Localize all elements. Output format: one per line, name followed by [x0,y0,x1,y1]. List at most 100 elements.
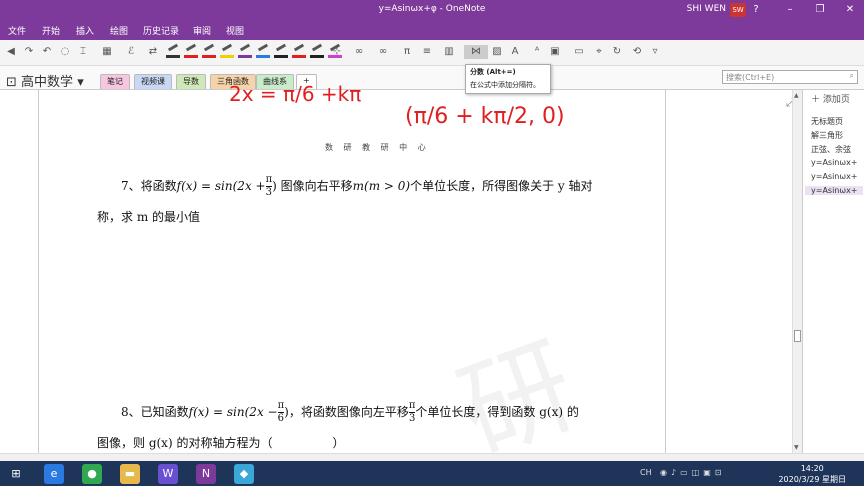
document-sheet: 2x = π/6 +kπ (π/6 + kπ/2, 0) 数 研 教 研 中 心… [38,82,666,478]
page-list-item[interactable]: 解三角形 [811,130,843,141]
user-name[interactable]: SHI WEN [687,4,726,14]
pen-color-swatch [220,55,234,58]
title-bar: y=Asinωx+φ - OneNote SHI WEN SW ? – ❐ ✕ [0,0,864,20]
menu-draw[interactable]: 绘图 [110,24,128,37]
search-icon[interactable]: ⌕ [850,71,854,81]
maximize-button[interactable]: ❐ [810,2,830,18]
matrix-icon[interactable]: ▥ [442,45,456,59]
pen-icon[interactable] [202,43,216,58]
wps-icon[interactable]: W [158,464,178,484]
lasso-icon[interactable]: ◌ [58,45,72,59]
question-7-line-1: 7、将函数f(x) = sin(2x + π 3) 图像向右平移m(m > 0)个单… [121,174,593,199]
ie-icon[interactable]: e [44,464,64,484]
pen-color-swatch [310,55,324,58]
more-icon[interactable]: ▿ [648,45,662,59]
close-button[interactable]: ✕ [840,2,860,18]
search-placeholder: 搜索(Ctrl+E) [726,73,775,82]
minimize-button[interactable]: – [780,2,800,18]
add-space-icon[interactable]: ⇄ [146,45,160,59]
ruler-icon[interactable]: ⊹ [330,45,344,59]
shape-icon[interactable]: ∞ [352,45,366,59]
menu-history[interactable]: 历史记录 [143,24,179,37]
menu-home[interactable]: 开始 [42,24,60,37]
page-list-item[interactable]: y=Asinωx+ [805,186,863,195]
insert-space-icon[interactable]: ▨ [490,45,504,59]
q7-lead: 7、将函数 [121,179,177,193]
back-icon[interactable]: ◀ [4,45,18,59]
redo-icon[interactable]: ↷ [22,45,36,59]
type-icon[interactable]: ⌶ [76,45,90,59]
shapes-icon[interactable]: ▣ [548,45,562,59]
math-icon[interactable]: ≡ [420,45,434,59]
pen-icon[interactable] [238,43,252,58]
page-canvas[interactable]: 2x = π/6 +kπ (π/6 + kπ/2, 0) 数 研 教 研 中 心… [0,82,802,478]
add-page-button[interactable]: ＋ 添加页 [811,92,850,105]
pen-color-swatch [292,55,306,58]
scroll-up-icon[interactable]: ▲ [794,92,799,99]
clock[interactable]: 14:20 2020/3/29 星期日 [778,463,846,485]
onenote-icon[interactable]: N [196,464,216,484]
notebook-bar: ⊡ 高中数学 ▾ 笔记 视频课 导数 三角函数 曲线系 + 搜索(Ctrl+E)… [0,66,864,90]
notebook-title[interactable]: ⊡ 高中数学 ▾ [6,71,84,90]
clock-date: 2020/3/29 星期日 [778,475,846,484]
menu-view[interactable]: 视图 [226,24,244,37]
q8-mid: )，将函数图像向左平移 [284,405,409,419]
help-button[interactable]: ? [746,2,766,18]
pen-icon[interactable] [274,43,288,58]
ink-to-text-icon[interactable]: ᴬ [530,45,544,59]
ink-math-icon[interactable]: ⌖ [592,45,606,59]
tab-label: 笔记 [107,77,123,86]
pen-icon[interactable] [220,43,234,58]
taskbar: ⊞ e ● ▬ W N ◆ CH ◉♪▭◫▣⊡ 14:20 2020/3/29 星期日 [0,461,864,486]
pen-icon[interactable] [292,43,306,58]
ime-indicator[interactable]: CH [640,468,652,477]
tray-icons[interactable]: ◉♪▭◫▣⊡ [660,468,725,477]
pen-icon[interactable] [310,43,324,58]
tab-video[interactable]: 视频课 [134,74,172,89]
vertical-scrollbar[interactable]: ▲ ▼ [792,90,802,453]
replay-icon[interactable]: ▭ [572,45,586,59]
undo-icon[interactable]: ↶ [40,45,54,59]
menu-insert[interactable]: 插入 [76,24,94,37]
page-list-item[interactable]: 无标题页 [811,116,843,127]
page-list-item[interactable]: y=Asinωx+ [811,172,858,181]
app-icon[interactable]: ◆ [234,464,254,484]
rotate-icon[interactable]: ↻ [610,45,624,59]
tooltip-title: 分数 (Alt+=) [470,68,516,76]
folder-icon[interactable]: ▬ [120,464,140,484]
horizontal-scrollbar[interactable] [0,453,864,461]
page-list-item[interactable]: y=Asinωx+ [811,158,858,167]
search-input[interactable]: 搜索(Ctrl+E) ⌕ [722,70,858,84]
question-8-line-2: 图像，则 g(x) 的对称轴方程为（ ） [97,436,345,450]
eraser-icon[interactable]: ▦ [100,45,114,59]
tooltip-desc: 在公式中添加分隔符。 [470,81,540,89]
ink-annotation-coord: (π/6 + kπ/2, 0) [405,104,565,129]
menu-bar: 文件 开始 插入 绘图 历史记录 审阅 视图 [0,20,864,40]
page-header: 数 研 教 研 中 心 [325,143,430,152]
add-page-label: 添加页 [822,95,850,105]
pi-icon[interactable]: π [400,45,414,59]
ink-to-shape-icon[interactable]: ∞ [376,45,390,59]
menu-file[interactable]: 文件 [8,24,26,37]
avatar[interactable]: SW [730,3,746,17]
pen-icon[interactable] [256,43,270,58]
tab-notes[interactable]: 笔记 [100,74,130,89]
page-list-item[interactable]: 正弦、余弦 [811,144,851,155]
convert-icon[interactable]: ⟲ [630,45,644,59]
text-color-icon[interactable]: A [508,45,522,59]
pen-icon[interactable] [166,43,180,58]
q8-func: f(x) = sin(2x − [188,405,278,419]
scroll-down-icon[interactable]: ▼ [794,444,799,451]
fraction-icon[interactable]: ⋈ [464,45,488,59]
menu-review[interactable]: 审阅 [193,24,211,37]
windows-start-icon[interactable]: ⊞ [6,464,26,484]
pen-color-swatch [274,55,288,58]
question-7-line-2: 称，求 m 的最小值 [97,210,201,224]
lasso-select-icon[interactable]: ℰ [124,45,138,59]
tab-derivative[interactable]: 导数 [176,74,206,89]
chrome-icon[interactable]: ● [82,464,102,484]
tooltip: 分数 (Alt+=) 在公式中添加分隔符。 [465,64,551,94]
scroll-thumb[interactable] [794,330,801,342]
pen-color-swatch [166,55,180,58]
pen-icon[interactable] [184,43,198,58]
